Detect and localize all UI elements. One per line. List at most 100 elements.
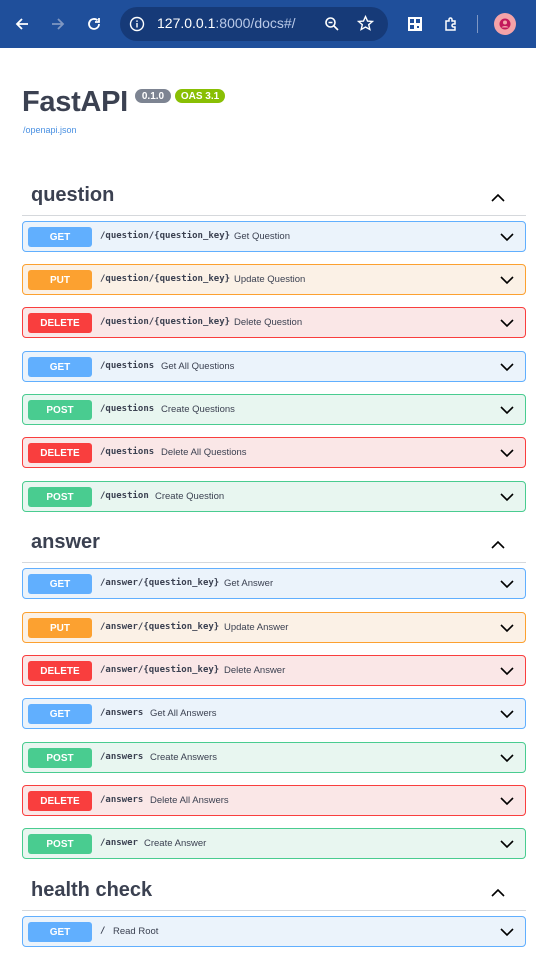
method-badge: POST [28,748,92,768]
chevron-down-icon[interactable] [499,750,515,766]
endpoint-path: /question/{question_key} [100,317,231,327]
endpoint-summary: Get Answer [224,578,274,589]
oas-badge: OAS 3.1 [175,89,225,103]
endpoint-summary: Create Answers [150,752,218,763]
chevron-up-icon[interactable] [490,190,506,206]
endpoint-summary: Delete All Answers [150,795,229,806]
address-bar[interactable]: 127.0.0.1:8000/docs#/ [120,7,388,41]
operation-row[interactable]: DELETE /answer/{question_key} Delete Ans… [22,655,526,686]
reload-button[interactable] [82,12,106,36]
url-text: 127.0.0.1:8000/docs#/ [157,15,296,31]
endpoint-summary: Create Question [155,491,225,502]
puzzle-icon [445,17,456,31]
method-badge: POST [28,400,92,420]
openapi-json-link[interactable]: /openapi.json [23,125,77,135]
profile-avatar[interactable] [494,13,516,35]
endpoint-summary: Create Questions [161,404,235,415]
operation-row[interactable]: GET /questions Get All Questions [22,351,526,382]
chevron-down-icon[interactable] [499,620,515,636]
chevron-down-icon[interactable] [499,359,515,375]
operation-row[interactable]: PUT /question/{question_key} Update Ques… [22,264,526,295]
site-info-icon[interactable] [129,16,145,32]
tag-title: question [31,184,115,206]
operation-row[interactable]: POST /answers Create Answers [22,742,526,773]
browser-toolbar: 127.0.0.1:8000/docs#/ [0,0,536,48]
method-badge: GET [28,922,92,942]
method-badge: POST [28,834,92,854]
endpoint-summary: Get Question [234,231,290,242]
chevron-down-icon[interactable] [499,229,515,245]
operation-row[interactable]: GET / Read Root [22,916,526,947]
method-badge: DELETE [28,661,92,681]
endpoint-summary: Get All Questions [161,361,235,372]
endpoint-path: /questions [100,404,155,414]
endpoint-summary: Read Root [113,926,159,937]
operation-row[interactable]: POST /questions Create Questions [22,394,526,425]
chevron-down-icon[interactable] [499,706,515,722]
chevron-up-icon[interactable] [490,885,506,901]
operation-row[interactable]: POST /answer Create Answer [22,828,526,859]
back-button[interactable] [10,12,34,36]
chevron-down-icon[interactable] [499,793,515,809]
operation-row[interactable]: DELETE /questions Delete All Questions [22,437,526,468]
qr-code-icon [408,17,422,31]
operation-row[interactable]: DELETE /answers Delete All Answers [22,785,526,816]
method-badge: GET [28,227,92,247]
chevron-down-icon[interactable] [499,272,515,288]
endpoint-path: /answer/{question_key} [100,665,220,675]
chevron-down-icon[interactable] [499,402,515,418]
extensions-button[interactable] [439,12,463,36]
endpoint-path: /question [100,491,149,501]
tag-title: answer [31,531,100,553]
qr-code-button[interactable] [403,12,427,36]
arrow-right-icon [52,18,65,30]
endpoint-path: /answer [100,838,138,848]
endpoint-path: /answers [100,708,144,718]
endpoint-summary: Update Answer [224,622,289,633]
endpoint-path: /questions [100,361,155,371]
method-badge: GET [28,704,92,724]
chevron-down-icon[interactable] [499,924,515,940]
forward-button[interactable] [46,12,70,36]
method-badge: DELETE [28,791,92,811]
api-title: FastAPI [22,86,128,118]
method-badge: DELETE [28,313,92,333]
method-badge: POST [28,487,92,507]
endpoint-summary: Delete Question [234,317,303,328]
endpoint-path: /question/{question_key} [100,231,231,241]
operation-row[interactable]: POST /question Create Question [22,481,526,512]
method-badge: PUT [28,618,92,638]
toolbar-separator [477,15,478,33]
endpoint-path: / [100,926,106,936]
operation-row[interactable]: GET /question/{question_key} Get Questio… [22,221,526,252]
reload-icon [88,18,100,30]
endpoint-path: /answers [100,752,144,762]
star-icon[interactable] [357,15,374,32]
tag-section-health-check[interactable]: health check [22,875,526,911]
endpoint-summary: Get All Answers [150,708,217,719]
endpoint-path: /answer/{question_key} [100,578,220,588]
chevron-down-icon[interactable] [499,836,515,852]
endpoint-path: /questions [100,447,155,457]
operation-row[interactable]: GET /answers Get All Answers [22,698,526,729]
chevron-down-icon[interactable] [499,315,515,331]
endpoint-summary: Delete Answer [224,665,286,676]
operation-row[interactable]: DELETE /question/{question_key} Delete Q… [22,307,526,338]
endpoint-path: /question/{question_key} [100,274,231,284]
avatar-icon [499,18,511,30]
operation-row[interactable]: PUT /answer/{question_key} Update Answer [22,612,526,643]
chevron-down-icon[interactable] [499,576,515,592]
tag-section-answer[interactable]: answer [22,527,526,563]
operation-row[interactable]: GET /answer/{question_key} Get Answer [22,568,526,599]
zoom-icon[interactable] [324,16,340,32]
chevron-down-icon[interactable] [499,489,515,505]
chevron-down-icon[interactable] [499,663,515,679]
method-badge: GET [28,357,92,377]
chevron-down-icon[interactable] [499,445,515,461]
version-badge: 0.1.0 [135,89,171,103]
endpoint-summary: Create Answer [144,838,207,849]
tag-section-question[interactable]: question [22,180,526,216]
endpoint-summary: Update Question [234,274,306,285]
chevron-up-icon[interactable] [490,537,506,553]
endpoint-path: /answer/{question_key} [100,622,220,632]
